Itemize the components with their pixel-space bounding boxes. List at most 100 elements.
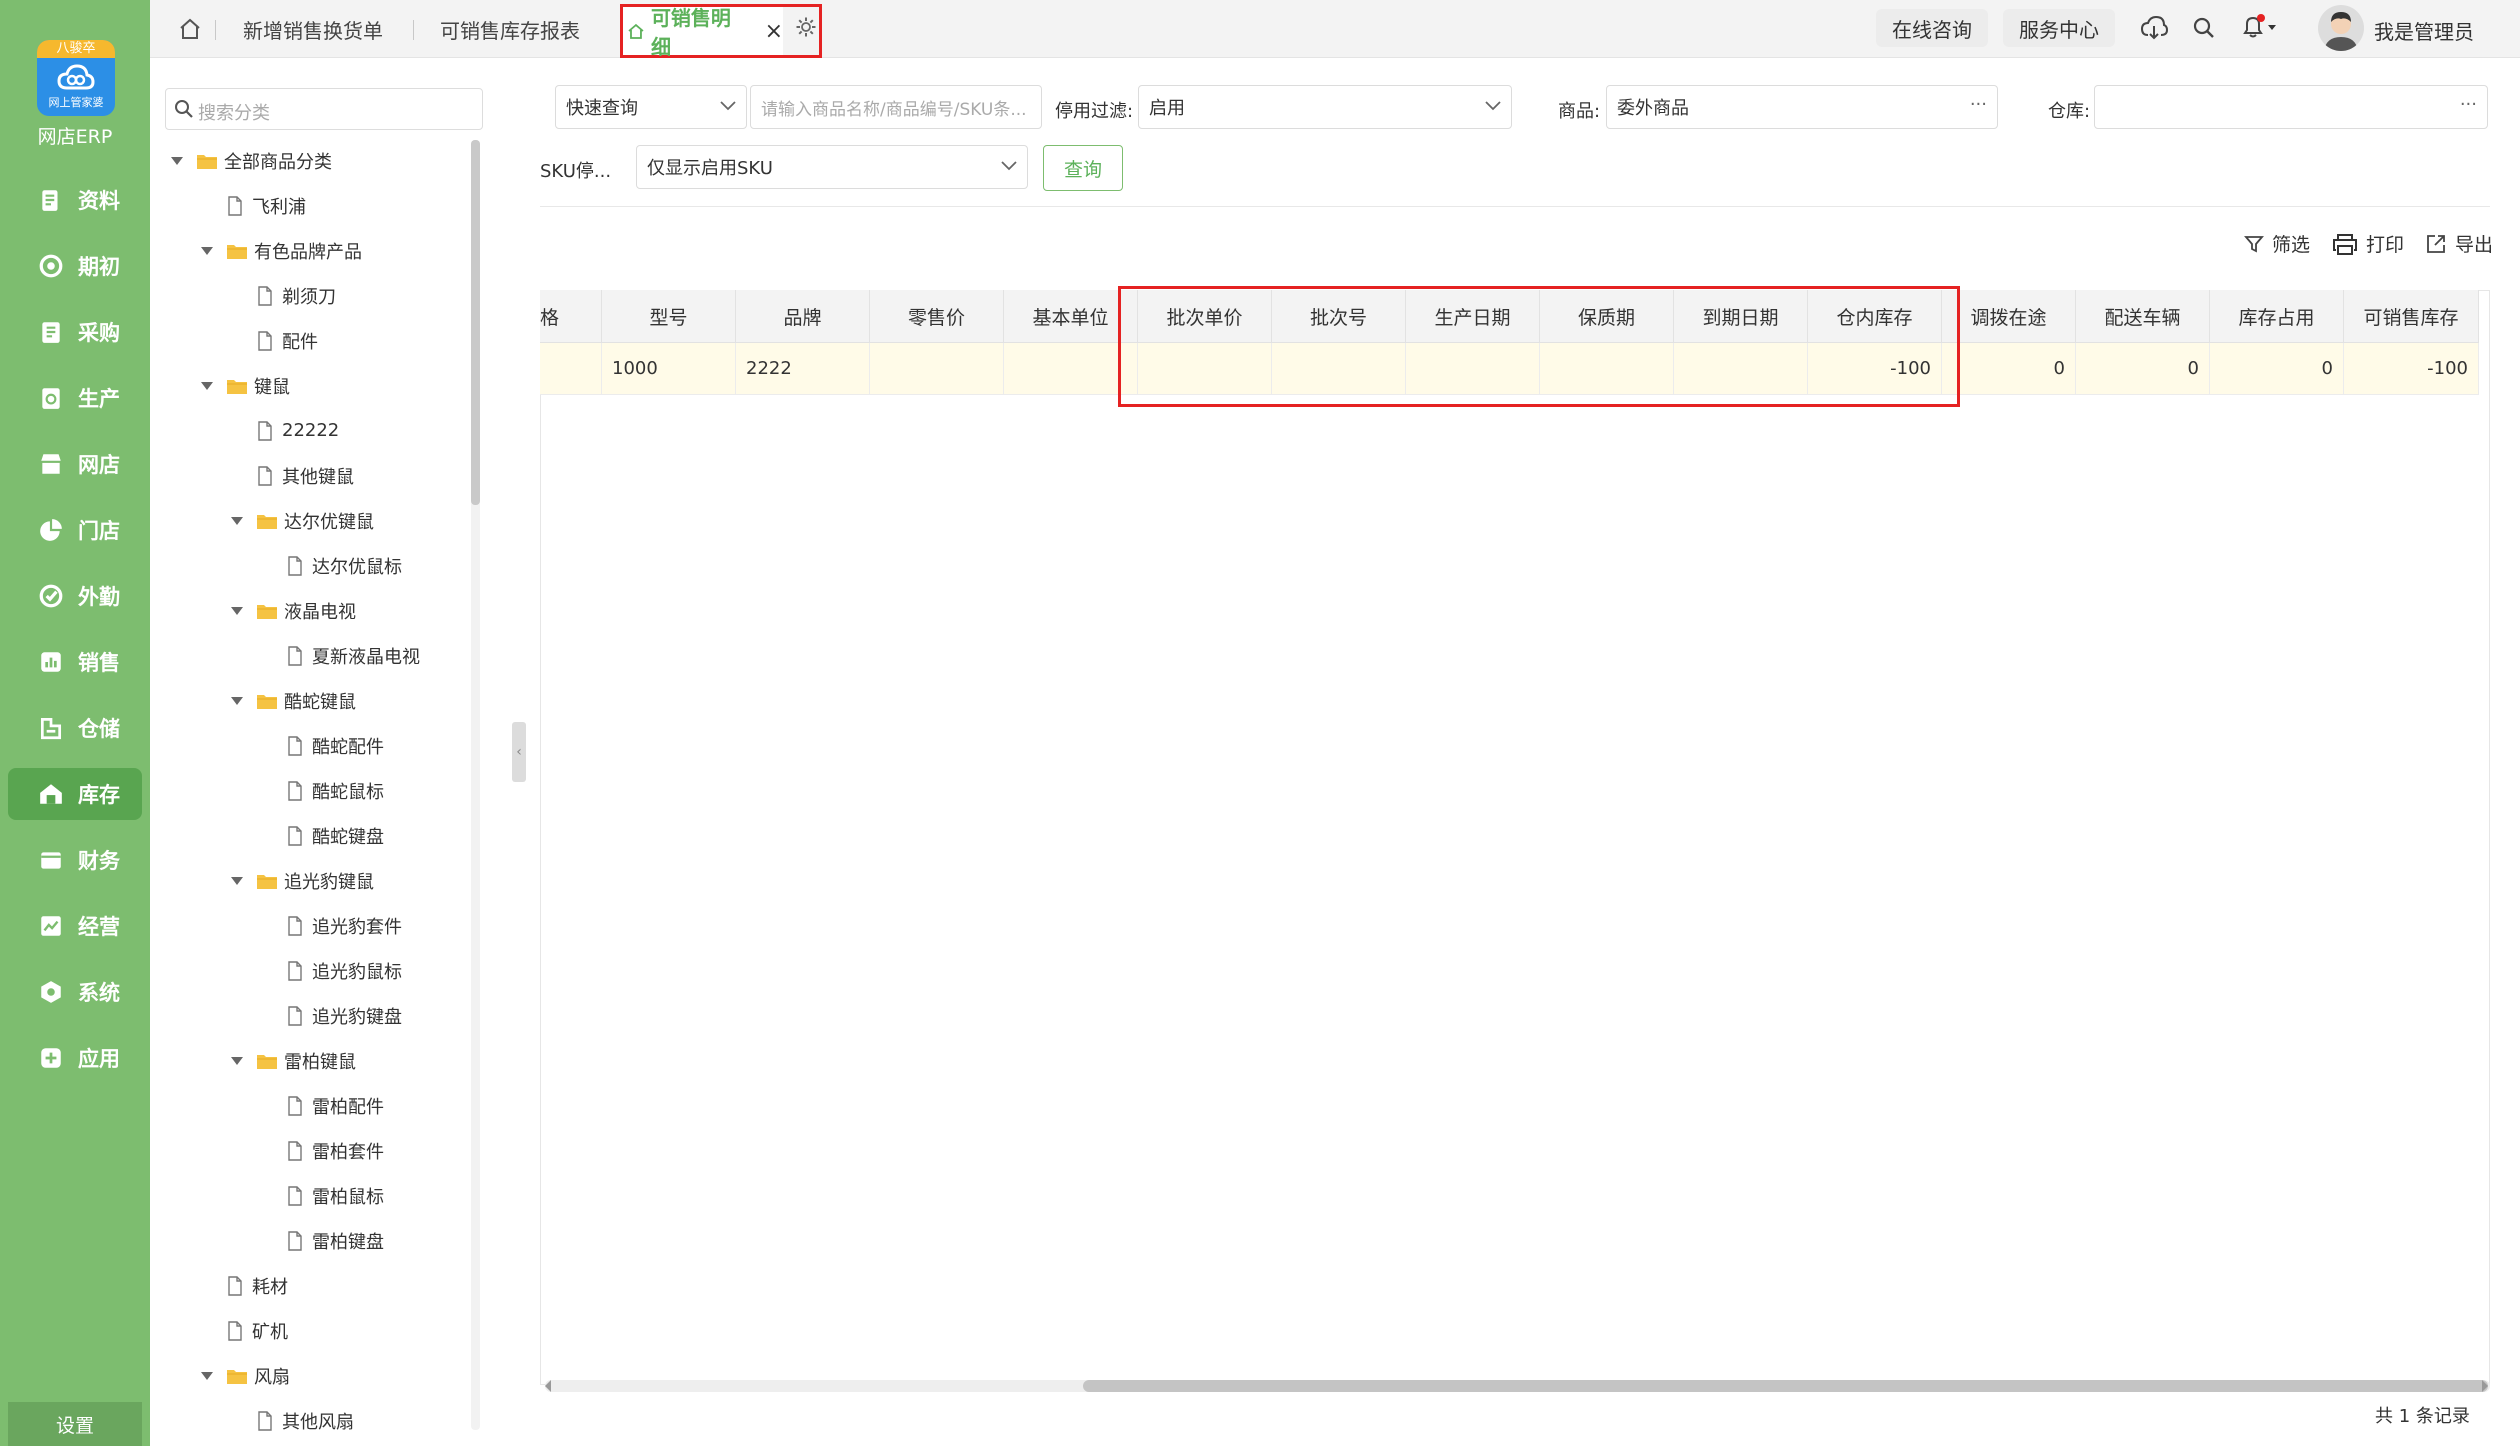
tree-item[interactable]: 雷柏套件 [170,1128,460,1173]
tree-item[interactable]: 夏新液晶电视 [170,633,460,678]
caret-down-icon[interactable] [230,606,244,616]
tree-item[interactable]: 矿机 [170,1308,460,1353]
tree-item[interactable]: 液晶电视 [170,588,460,633]
tree-item[interactable]: 键鼠 [170,363,460,408]
table-cell[interactable]: -100 [2344,343,2479,395]
category-search-input[interactable]: 搜索分类 [165,88,483,130]
tree-item[interactable]: 追光豹鼠标 [170,948,460,993]
tree-item[interactable]: 配件 [170,318,460,363]
more-icon[interactable]: ··· [1970,94,1987,115]
service-center-button[interactable]: 服务中心 [2003,9,2115,47]
caret-down-icon[interactable] [230,516,244,526]
column-header[interactable]: 可销售库存 [2344,290,2479,343]
nav-item-13[interactable]: 应用 [8,1032,142,1084]
tree-item[interactable]: 雷柏鼠标 [170,1173,460,1218]
tree-item[interactable]: 酷蛇配件 [170,723,460,768]
tree-item[interactable]: 其他键鼠 [170,453,460,498]
tree-item[interactable]: 追光豹键鼠 [170,858,460,903]
tree-item[interactable]: 酷蛇鼠标 [170,768,460,813]
user-name[interactable]: 我是管理员 [2374,16,2474,45]
tab-sellable-stock-report[interactable]: 可销售库存报表 [440,0,580,58]
bell-icon[interactable] [2240,13,2280,41]
column-header[interactable]: 品牌 [736,290,870,343]
nav-item-2[interactable]: 采购 [8,306,142,358]
scroll-right-icon[interactable] [2480,1379,2490,1393]
cloud-download-icon[interactable] [2140,15,2168,41]
collapse-panel-handle[interactable]: ‹ [512,722,526,782]
tree-scrollbar[interactable] [471,140,480,505]
tree-item[interactable]: 达尔优鼠标 [170,543,460,588]
tree-item[interactable]: 雷柏配件 [170,1083,460,1128]
disable-filter-select[interactable]: 启用 [1138,85,1512,129]
nav-item-1[interactable]: 期初 [8,240,142,292]
query-button[interactable]: 查询 [1043,145,1123,191]
close-tab-icon[interactable]: × [765,19,783,44]
caret-down-icon[interactable] [200,381,214,391]
avatar[interactable] [2318,5,2364,51]
nav-item-9[interactable]: 库存 [8,768,142,820]
print-button[interactable]: 打印 [2332,230,2404,257]
caret-down-icon[interactable] [230,1056,244,1066]
tab-new-sales-exchange[interactable]: 新增销售换货单 [243,0,383,58]
table-cell[interactable]: 0 [2076,343,2210,395]
nav-item-12[interactable]: 系统 [8,966,142,1018]
caret-down-icon[interactable] [200,1371,214,1381]
quick-query-select[interactable]: 快速查询 [555,85,747,129]
tree-item[interactable]: 剃须刀 [170,273,460,318]
nav-item-4[interactable]: 网店 [8,438,142,490]
nav-item-5[interactable]: 门店 [8,504,142,556]
tree-item[interactable]: 追光豹键盘 [170,993,460,1038]
caret-down-icon[interactable] [170,156,184,166]
app-logo[interactable]: 八骏卒 网上管家婆 [37,40,115,116]
table-cell[interactable]: 0 [2210,343,2344,395]
sku-filter-select[interactable]: 仅显示启用SKU [636,145,1028,189]
more-icon[interactable]: ··· [2460,94,2477,115]
table-cell[interactable]: 1000 [602,343,736,395]
tree-item[interactable]: 雷柏键盘 [170,1218,460,1263]
table-cell[interactable]: 0 [1942,343,2076,395]
nav-item-7[interactable]: 销售 [8,636,142,688]
tree-item[interactable]: 雷柏键鼠 [170,1038,460,1083]
home-icon[interactable] [178,17,202,41]
horizontal-scrollbar[interactable] [1083,1380,2488,1392]
caret-down-icon[interactable] [230,876,244,886]
nav-item-6[interactable]: 外勤 [8,570,142,622]
tree-item[interactable]: 达尔优键鼠 [170,498,460,543]
column-header[interactable]: 配送车辆 [2076,290,2210,343]
tree-item[interactable]: 风扇 [170,1353,460,1398]
tree-item[interactable]: 有色品牌产品 [170,228,460,273]
column-header[interactable]: 零售价 [870,290,1004,343]
export-button[interactable]: 导出 [2425,230,2493,257]
table-cell[interactable]: 2222 [736,343,870,395]
online-consult-button[interactable]: 在线咨询 [1876,9,1988,47]
nav-item-3[interactable]: 生产 [8,372,142,424]
tree-item[interactable]: 飞利浦 [170,183,460,228]
gear-icon[interactable] [795,16,817,38]
column-header[interactable]: 调拨在途 [1942,290,2076,343]
tree-item[interactable]: 酷蛇键盘 [170,813,460,858]
nav-item-0[interactable]: 资料 [8,174,142,226]
filter-button[interactable]: 筛选 [2244,230,2310,257]
column-header[interactable]: 库存占用 [2210,290,2344,343]
warehouse-picker[interactable]: ··· [2094,85,2488,129]
tree-item[interactable]: 酷蛇键鼠 [170,678,460,723]
tree-item[interactable]: 22222 [170,408,460,453]
product-picker[interactable]: 委外商品 ··· [1606,85,1998,129]
table-cell[interactable] [540,343,602,395]
product-search-input[interactable]: 请输入商品名称/商品编号/SKU条... [750,85,1042,129]
tab-sellable-detail[interactable]: 可销售明细 × [623,6,783,59]
table-cell[interactable] [870,343,1004,395]
tree-item[interactable]: 其他风扇 [170,1398,460,1443]
nav-item-11[interactable]: 经营 [8,900,142,952]
search-icon[interactable] [2192,16,2216,40]
tree-item[interactable]: 追光豹套件 [170,903,460,948]
tree-item[interactable]: 耗材 [170,1263,460,1308]
caret-down-icon[interactable] [230,696,244,706]
column-header[interactable]: 型号 [602,290,736,343]
nav-item-10[interactable]: 财务 [8,834,142,886]
settings-button[interactable]: 设置 [8,1402,142,1446]
tree-item[interactable]: 全部商品分类 [170,138,460,183]
caret-down-icon[interactable] [200,246,214,256]
scroll-left-icon[interactable] [543,1379,553,1393]
nav-item-8[interactable]: 仓储 [8,702,142,754]
